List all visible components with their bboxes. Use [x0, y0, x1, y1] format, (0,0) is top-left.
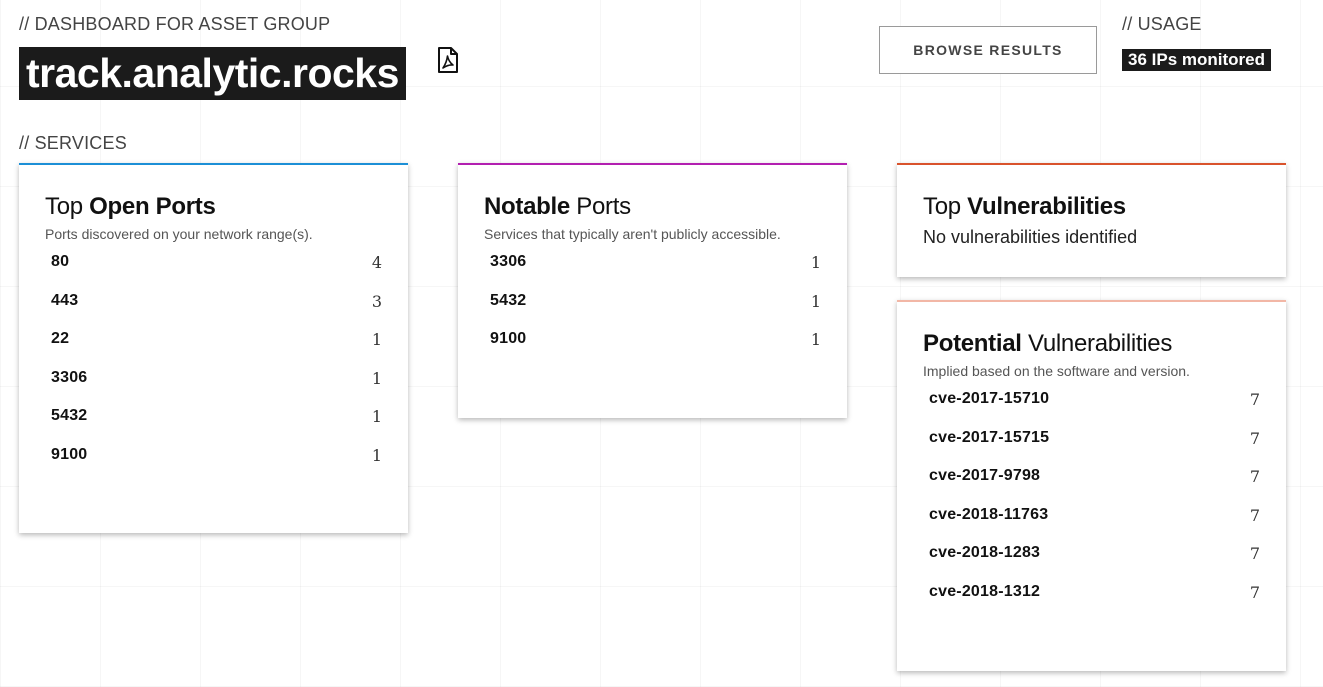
cve-id: cve-2018-11763 — [929, 505, 1049, 523]
potential-vulnerabilities-card: Potential Vulnerabilities Implied based … — [897, 300, 1286, 671]
list-item[interactable]: 5432 1 — [51, 407, 382, 446]
pdf-icon[interactable] — [437, 47, 459, 73]
services-label: // SERVICES — [19, 133, 127, 153]
title-bold: Potential — [923, 330, 1022, 357]
cve-count: 7 — [1249, 544, 1260, 563]
cve-count: 7 — [1249, 582, 1260, 602]
card-title: Top Vulnerabilities — [923, 193, 1126, 221]
title-bold: Vulnerabilities — [967, 193, 1126, 220]
cve-id: cve-2018-1283 — [929, 544, 1041, 561]
dashboard-label: // DASHBOARD FOR ASSET GROUP — [19, 14, 331, 34]
title-light: Vulnerabilities — [1028, 330, 1173, 357]
usage-label: // USAGE — [1122, 14, 1202, 34]
title-light: Ports — [576, 193, 631, 220]
open-ports-card: Top Open Ports Ports discovered on your … — [19, 163, 408, 533]
browse-results-button[interactable]: BROWSE RESULTS — [879, 26, 1097, 74]
list-item[interactable]: cve-2017-15710 7 — [929, 390, 1260, 429]
list-item[interactable]: cve-2018-11763 7 — [929, 506, 1260, 545]
card-subtitle: Ports discovered on your network range(s… — [45, 226, 313, 242]
asset-group-title: track.analytic.rocks — [19, 47, 406, 100]
potential-vulns-list: cve-2017-15710 7 cve-2017-15715 7 cve-2017… — [929, 390, 1260, 621]
cve-count: 7 — [1249, 505, 1260, 525]
notable-ports-card: Notable Ports Services that typically ar… — [458, 163, 847, 418]
title-light: Top — [923, 193, 961, 220]
port-number: 5432 — [51, 407, 88, 424]
notable-ports-list: 3306 1 5432 1 9100 1 — [490, 253, 821, 369]
card-subtitle: Implied based on the software and versio… — [923, 363, 1190, 379]
port-number: 9100 — [490, 330, 527, 347]
port-count: 1 — [810, 330, 821, 349]
port-number: 443 — [51, 291, 79, 309]
list-item[interactable]: cve-2017-9798 7 — [929, 467, 1260, 506]
port-number: 9100 — [51, 445, 88, 463]
cve-id: cve-2018-1312 — [929, 582, 1041, 600]
port-number: 5432 — [490, 291, 527, 309]
title-bold: Notable — [484, 193, 570, 220]
list-item[interactable]: 5432 1 — [490, 292, 821, 331]
port-count: 1 — [810, 291, 821, 311]
list-item[interactable]: cve-2018-1312 7 — [929, 583, 1260, 622]
list-item[interactable]: 80 4 — [51, 253, 382, 292]
cve-id: cve-2017-9798 — [929, 467, 1041, 484]
list-item[interactable]: cve-2018-1283 7 — [929, 544, 1260, 583]
list-item[interactable]: 3306 1 — [51, 369, 382, 408]
card-title: Potential Vulnerabilities — [923, 330, 1172, 358]
port-number: 80 — [51, 253, 70, 270]
card-title: Notable Ports — [484, 193, 631, 221]
port-count: 4 — [371, 253, 382, 272]
port-number: 3306 — [490, 253, 527, 270]
port-number: 3306 — [51, 368, 88, 386]
port-count: 3 — [371, 291, 382, 311]
port-number: 22 — [51, 330, 70, 347]
port-count: 1 — [810, 253, 821, 272]
port-count: 1 — [371, 445, 382, 465]
cve-count: 7 — [1249, 467, 1260, 486]
port-count: 1 — [371, 330, 382, 349]
list-item[interactable]: 443 3 — [51, 292, 382, 331]
open-ports-list: 80 4 443 3 22 1 3306 1 5432 1 9100 1 — [51, 253, 382, 484]
cve-count: 7 — [1249, 390, 1260, 409]
cve-count: 7 — [1249, 428, 1260, 448]
title-light: Top — [45, 193, 83, 220]
list-item[interactable]: 22 1 — [51, 330, 382, 369]
empty-message: No vulnerabilities identified — [923, 227, 1138, 247]
card-subtitle: Services that typically aren't publicly … — [484, 226, 781, 242]
card-title: Top Open Ports — [45, 193, 216, 221]
title-bold: Open Ports — [89, 193, 216, 220]
cve-id: cve-2017-15710 — [929, 390, 1050, 407]
top-vulnerabilities-card: Top Vulnerabilities No vulnerabilities i… — [897, 163, 1286, 277]
list-item[interactable]: 3306 1 — [490, 253, 821, 292]
port-count: 1 — [371, 407, 382, 426]
cve-id: cve-2017-15715 — [929, 428, 1050, 446]
list-item[interactable]: cve-2017-15715 7 — [929, 429, 1260, 468]
list-item[interactable]: 9100 1 — [51, 446, 382, 485]
port-count: 1 — [371, 368, 382, 388]
usage-badge: 36 IPs monitored — [1122, 49, 1271, 71]
list-item[interactable]: 9100 1 — [490, 330, 821, 369]
